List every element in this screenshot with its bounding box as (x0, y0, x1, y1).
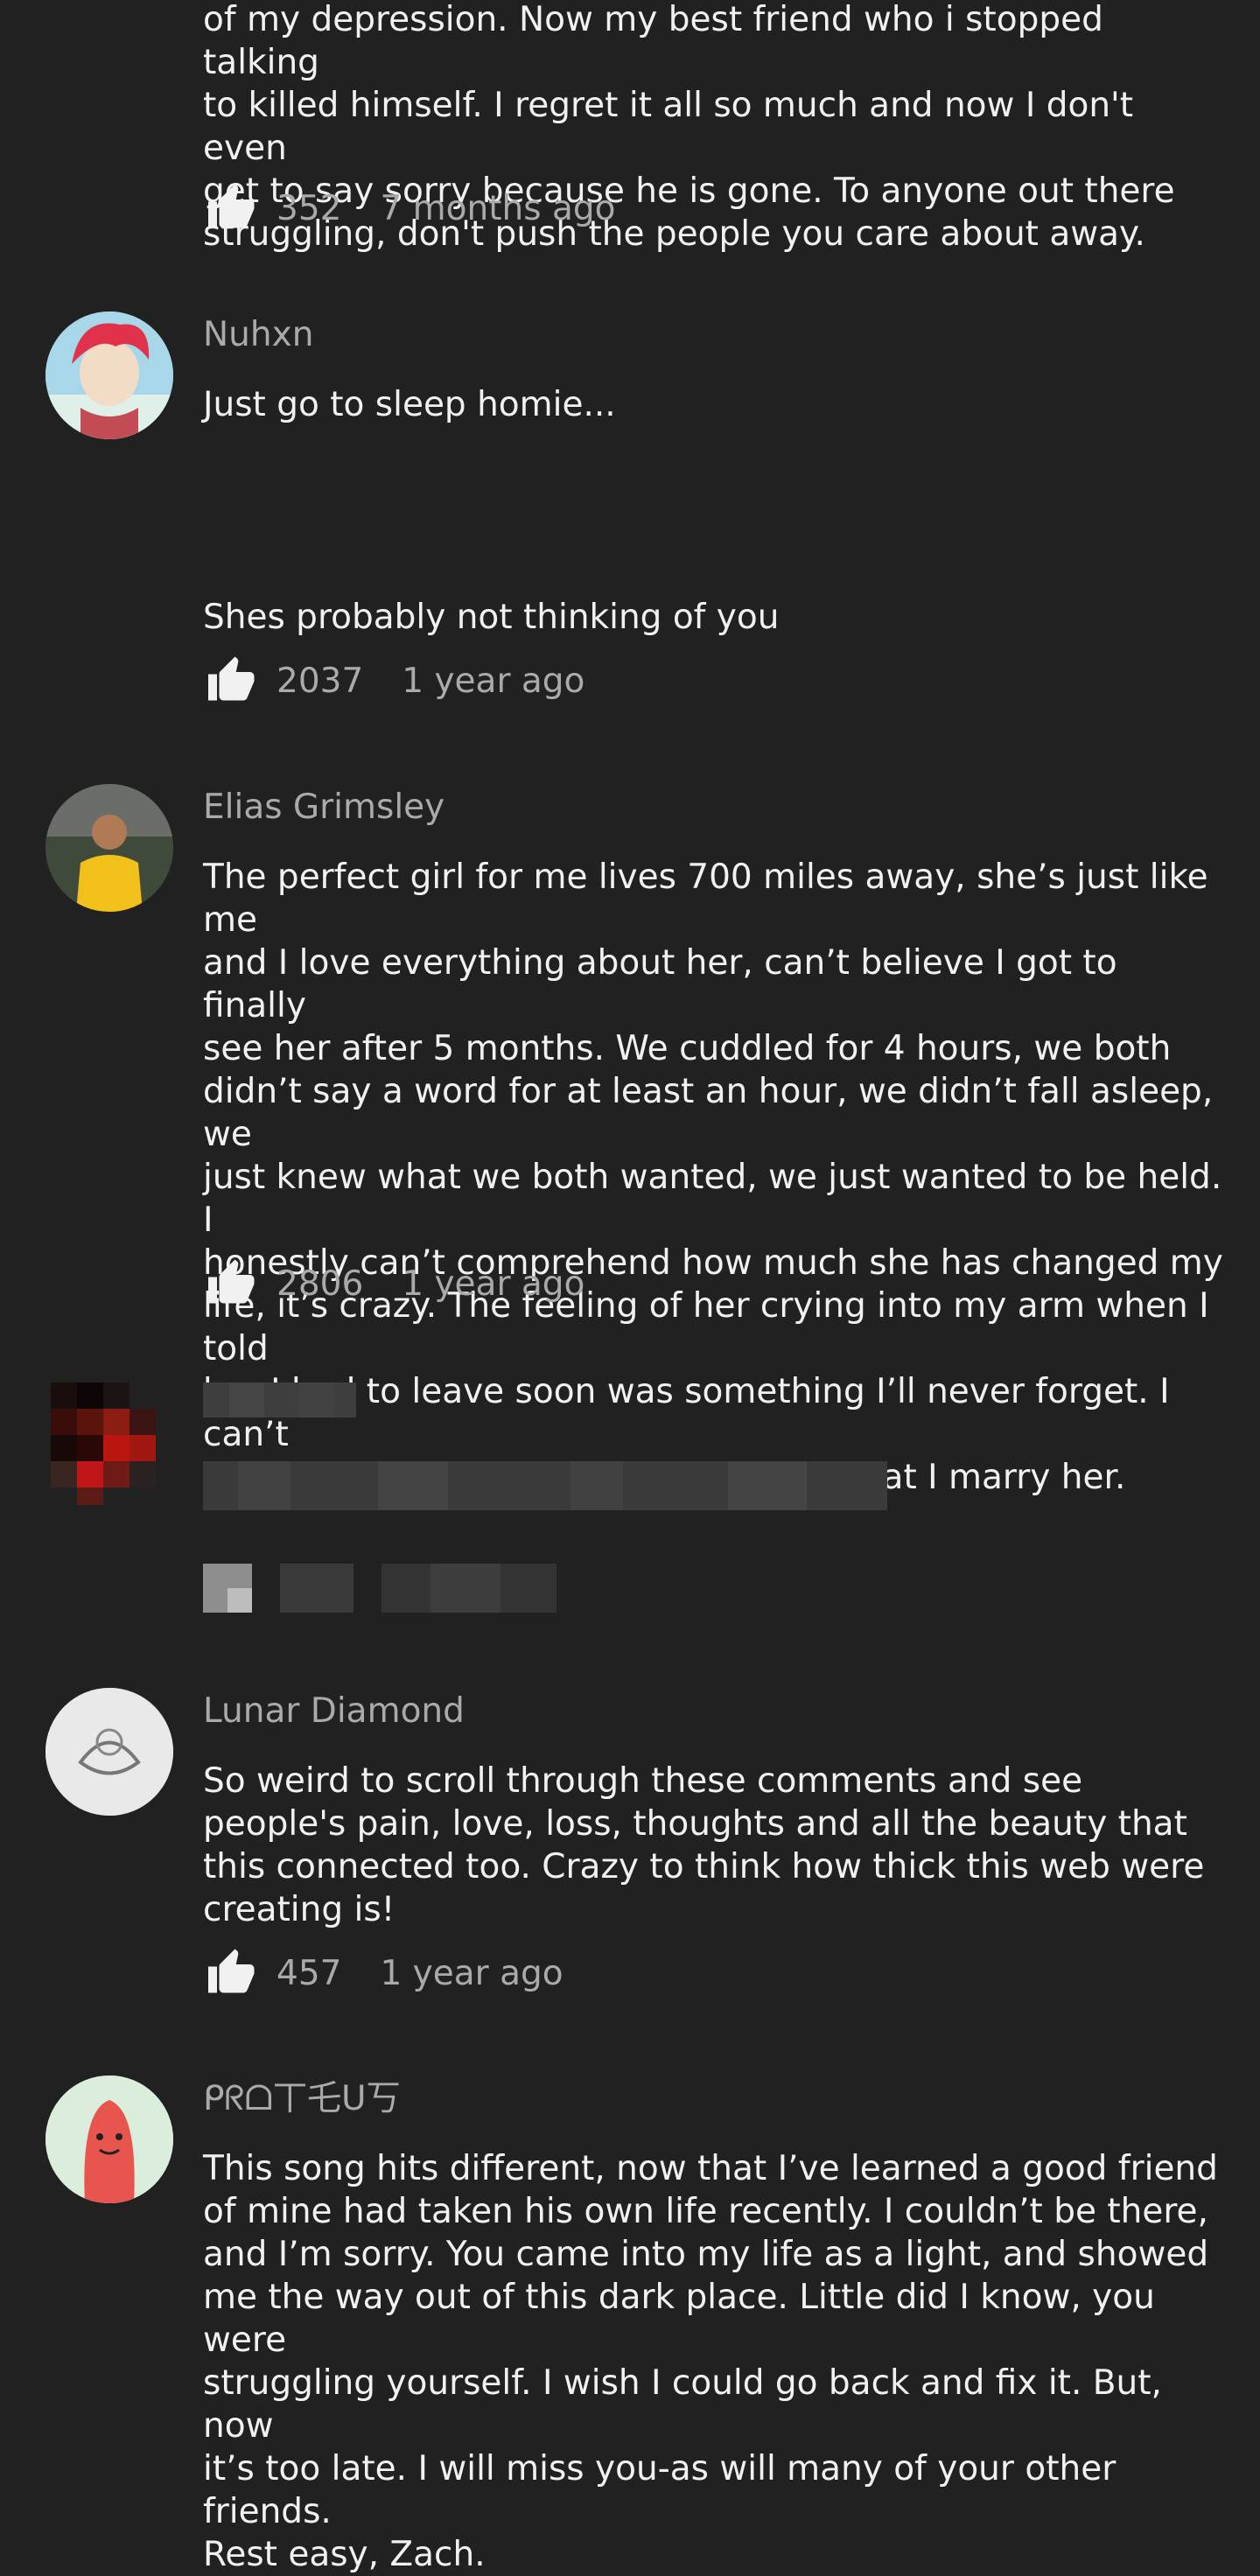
like-count: 457 (276, 1953, 342, 1993)
avatar-redacted (33, 1382, 182, 1514)
avatar[interactable] (46, 1688, 173, 1816)
thumbs-up-icon[interactable] (203, 1257, 257, 1310)
comment-1: Nuhxn Just go to sleep homie... Shes pro… (0, 298, 1260, 735)
comment-author[interactable]: ᑭᖇᗝ丅乇ᑌ丂 (203, 2077, 401, 2121)
thumbs-up-icon[interactable] (203, 1947, 257, 1999)
comment-redacted (0, 1382, 1260, 1628)
avatar[interactable] (46, 312, 173, 439)
thumbs-up-icon[interactable] (203, 654, 257, 707)
avatar[interactable] (46, 784, 173, 912)
like-count: 2806 (276, 1264, 364, 1304)
comment-3: Lunar Diamond So weird to scroll through… (0, 1674, 1260, 2041)
comment-0: of my depression. Now my best friend who… (0, 0, 1260, 254)
comment-4: ᑭᖇᗝ丅乇ᑌ丂 This song hits different, now th… (0, 2062, 1260, 2574)
timestamp: 7 months ago (380, 188, 616, 228)
timestamp: 1 year ago (402, 661, 585, 701)
thumbs-up-icon[interactable] (203, 182, 257, 234)
comment-text: This song hits different, now that I’ve … (203, 2149, 1218, 2574)
comment-author[interactable]: Nuhxn (203, 313, 313, 357)
author-redacted (203, 1382, 356, 1418)
timestamp: 1 year ago (402, 1264, 585, 1304)
comment-meta: 2806 1 year ago (203, 1257, 584, 1310)
comment-meta: 2037 1 year ago (203, 654, 584, 707)
comment-text: So weird to scroll through these comment… (203, 1761, 1205, 1929)
comment-text-continued: Shes probably not thinking of you (203, 598, 780, 637)
comment-meta: 457 1 year ago (203, 1947, 564, 1999)
comment-author[interactable]: Lunar Diamond (203, 1690, 465, 1733)
like-count: 2037 (276, 661, 364, 701)
timestamp: 1 year ago (380, 1953, 564, 1993)
comment-text: Just go to sleep homie... (203, 385, 616, 424)
comment-2: Elias Grimsley The perfect girl for me l… (0, 770, 1260, 1497)
text-redacted (203, 1461, 887, 1510)
meta-redacted (203, 1564, 588, 1613)
like-count: 352 (276, 188, 342, 228)
comment-meta: 352 7 months ago (203, 182, 615, 234)
avatar[interactable] (46, 2076, 173, 2203)
comment-author[interactable]: Elias Grimsley (203, 786, 444, 830)
